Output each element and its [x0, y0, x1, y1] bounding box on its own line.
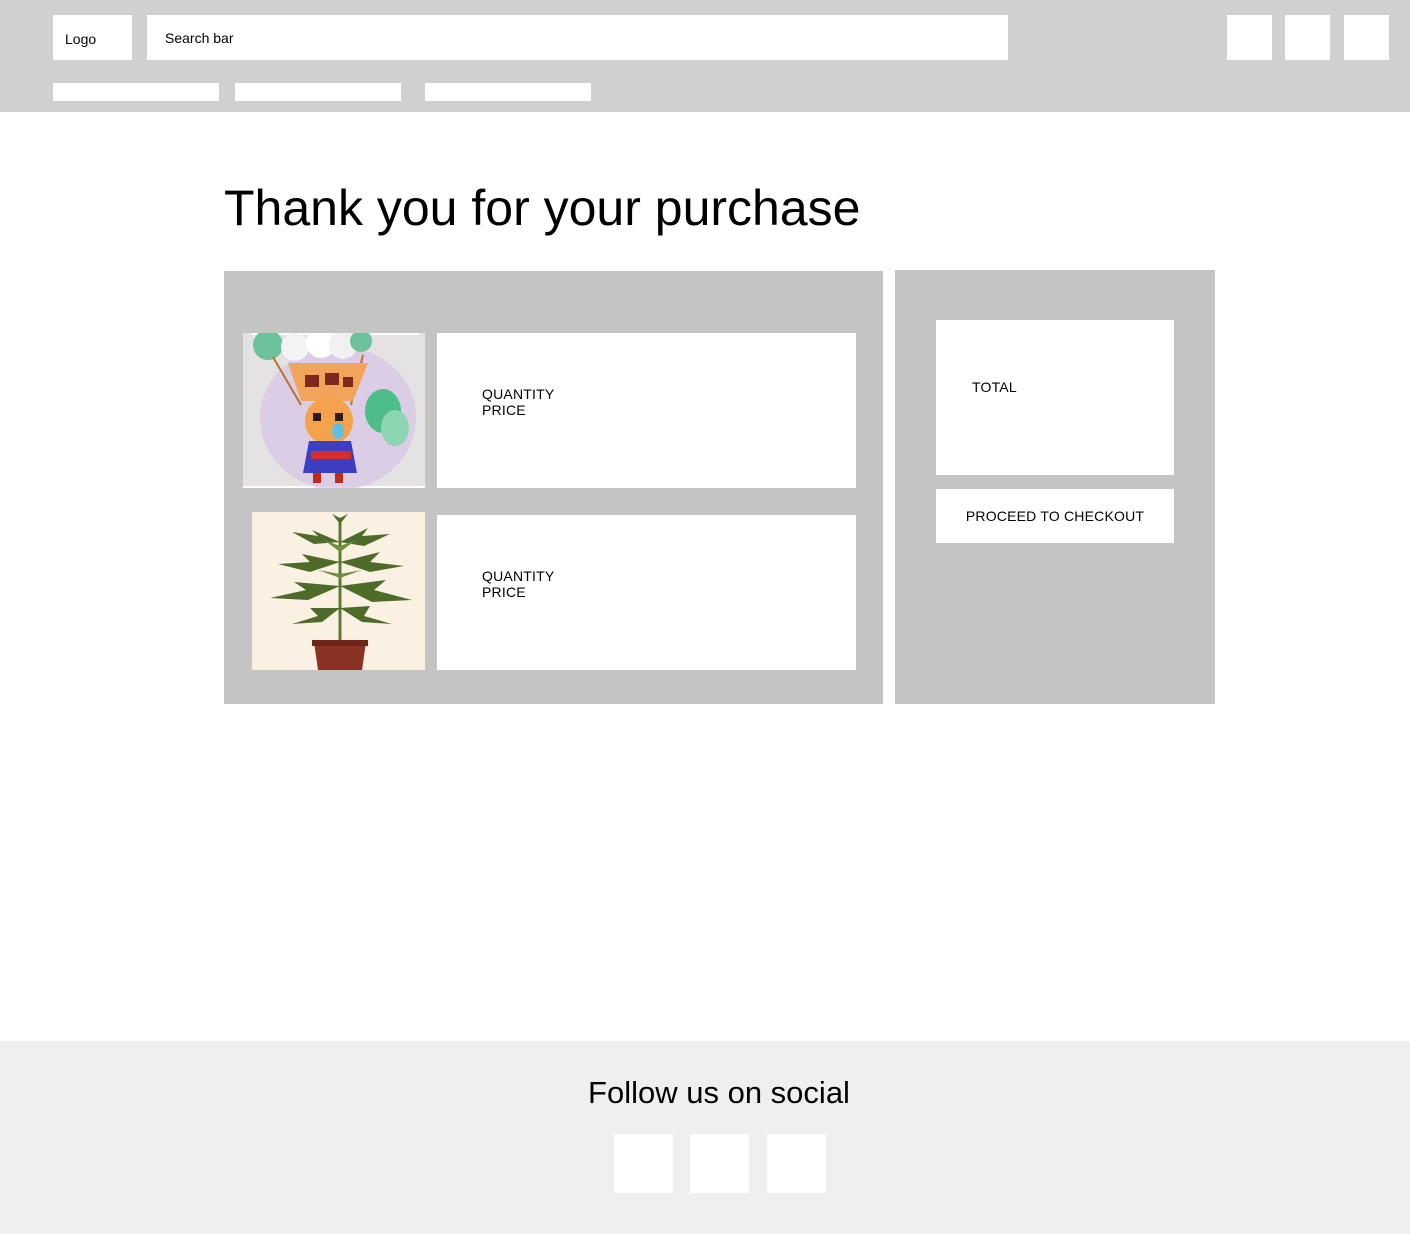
site-header: Logo [0, 0, 1410, 112]
cart-item-1-details: QUANTITY PRICE [437, 333, 856, 488]
quantity-label: QUANTITY [482, 568, 555, 584]
site-footer: Follow us on social [0, 1041, 1410, 1234]
page-title: Thank you for your purchase [224, 180, 861, 236]
header-icon-button-3[interactable] [1344, 15, 1389, 60]
header-icon-button-1[interactable] [1227, 15, 1272, 60]
proceed-to-checkout-button[interactable]: PROCEED TO CHECKOUT [936, 489, 1174, 543]
total-box: TOTAL [936, 320, 1174, 475]
potted-plant-image [252, 512, 425, 670]
order-summary-panel: TOTAL PROCEED TO CHECKOUT [895, 270, 1215, 704]
nav-item-3[interactable] [425, 83, 591, 101]
social-link-3[interactable] [767, 1134, 826, 1193]
page: Logo Thank you for your purchase [0, 0, 1410, 1234]
logo[interactable]: Logo [53, 15, 132, 60]
search-input[interactable] [147, 15, 1008, 60]
price-label: PRICE [482, 402, 526, 418]
cart-item-2-details: QUANTITY PRICE [437, 515, 856, 670]
social-link-2[interactable] [690, 1134, 749, 1193]
nav-item-2[interactable] [235, 83, 401, 101]
header-icon-button-2[interactable] [1285, 15, 1330, 60]
cartoon-character-sticker-image [243, 333, 425, 488]
nav-item-1[interactable] [53, 83, 219, 101]
total-label: TOTAL [972, 379, 1017, 395]
social-link-1[interactable] [614, 1134, 673, 1193]
quantity-label: QUANTITY [482, 386, 555, 402]
cart-items-panel: QUANTITY PRICE QUANTITY PRICE [224, 271, 883, 704]
price-label: PRICE [482, 584, 526, 600]
footer-title: Follow us on social [588, 1075, 850, 1110]
